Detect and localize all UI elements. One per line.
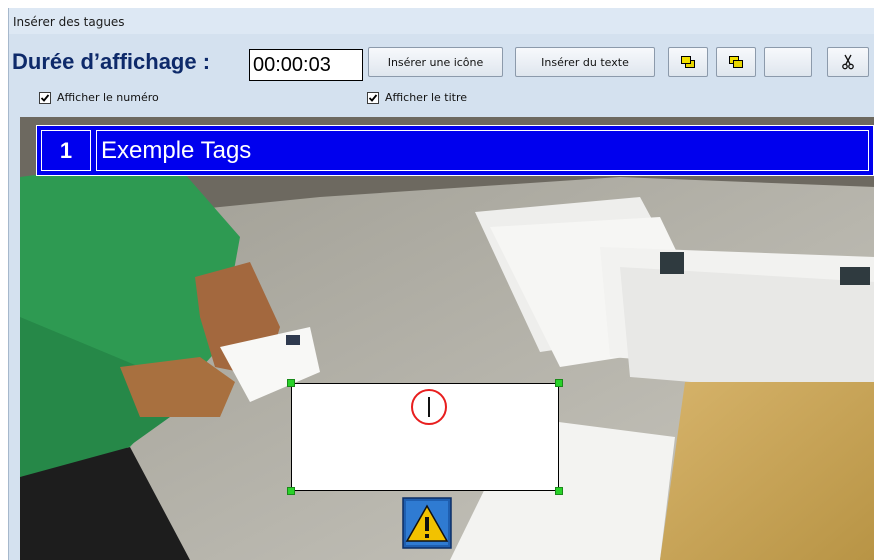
video-frame [20,117,874,560]
dialog-window: Insérer des tagues Durée d’affichage : 0… [8,8,874,560]
send-to-back-icon [728,54,744,70]
text-tag-box[interactable] [287,379,563,495]
bring-to-front-button[interactable] [668,47,708,77]
window-title: Insérer des tagues [13,15,125,29]
tag-number: 1 [59,137,73,163]
options-row: Afficher le numéro Afficher le titre [9,88,874,110]
tag-title-box: Exemple Tags [96,130,869,171]
toolbar: Durée d’affichage : 00:00:03 Insérer une… [9,36,874,86]
insert-icon-button[interactable]: Insérer une icône [368,47,503,77]
resize-handle-bottom-right[interactable] [555,487,563,495]
bring-to-front-icon [680,54,696,70]
title-bar: Insérer des tagues [9,8,874,34]
show-number-checkbox[interactable] [39,91,51,104]
video-preview[interactable]: 1 Exemple Tags [20,117,874,560]
resize-handle-top-left[interactable] [287,379,295,387]
cut-button[interactable] [827,47,869,77]
insert-text-button-label: Insérer du texte [541,55,629,69]
duration-label: Durée d’affichage : [12,49,211,74]
show-number-option[interactable]: Afficher le numéro [39,91,159,104]
show-title-option[interactable]: Afficher le titre [367,91,467,104]
show-number-label: Afficher le numéro [57,91,159,104]
tag-header-bar[interactable]: 1 Exemple Tags [36,125,874,176]
resize-handle-top-right[interactable] [555,379,563,387]
duration-input[interactable]: 00:00:03 [249,49,363,81]
warning-icon[interactable] [402,497,452,549]
text-caret [428,397,430,417]
insert-icon-button-label: Insérer une icône [387,55,484,69]
send-to-back-button[interactable] [716,47,756,77]
blank-button[interactable] [764,47,812,77]
show-title-checkbox[interactable] [367,91,379,104]
scissors-icon [841,54,855,70]
tag-title: Exemple Tags [101,136,252,164]
tag-number-box: 1 [41,130,91,171]
insert-text-button[interactable]: Insérer du texte [515,47,655,77]
resize-handle-bottom-left[interactable] [287,487,295,495]
show-title-label: Afficher le titre [385,91,468,104]
